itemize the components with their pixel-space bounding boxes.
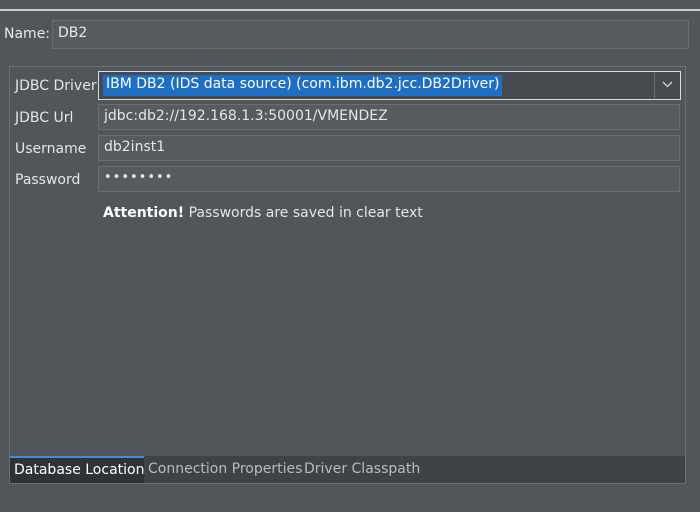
attention-label: Attention! — [103, 205, 185, 221]
username-input[interactable]: db2inst1 — [98, 135, 680, 161]
jdbc-driver-select[interactable]: IBM DB2 (IDS data source) (com.ibm.db2.j… — [98, 71, 681, 100]
password-input[interactable]: •••••••• — [98, 166, 680, 192]
tab-database-location[interactable]: Database Location — [10, 456, 144, 483]
password-warning: Attention! Passwords are saved in clear … — [103, 205, 423, 221]
tab-driver-classpath[interactable]: Driver Classpath — [304, 456, 420, 483]
name-input[interactable]: DB2 — [52, 20, 689, 49]
top-divider — [0, 9, 700, 11]
tab-bar: Database Location Connection Properties … — [10, 456, 685, 483]
database-location-panel: JDBC Driver IBM DB2 (IDS data source) (c… — [9, 66, 686, 484]
attention-text: Passwords are saved in clear text — [184, 205, 423, 221]
jdbc-driver-label: JDBC Driver — [15, 78, 97, 94]
username-label: Username — [15, 141, 87, 157]
chevron-down-icon — [662, 81, 673, 88]
dropdown-button[interactable] — [654, 72, 680, 99]
jdbc-url-label: JDBC Url — [15, 110, 74, 126]
tab-connection-properties[interactable]: Connection Properties — [147, 456, 302, 483]
jdbc-driver-selected-value: IBM DB2 (IDS data source) (com.ibm.db2.j… — [103, 75, 503, 96]
jdbc-url-input[interactable]: jdbc:db2://192.168.1.3:50001/VMENDEZ — [98, 104, 680, 130]
name-label: Name: — [4, 26, 51, 42]
password-label: Password — [15, 172, 81, 188]
